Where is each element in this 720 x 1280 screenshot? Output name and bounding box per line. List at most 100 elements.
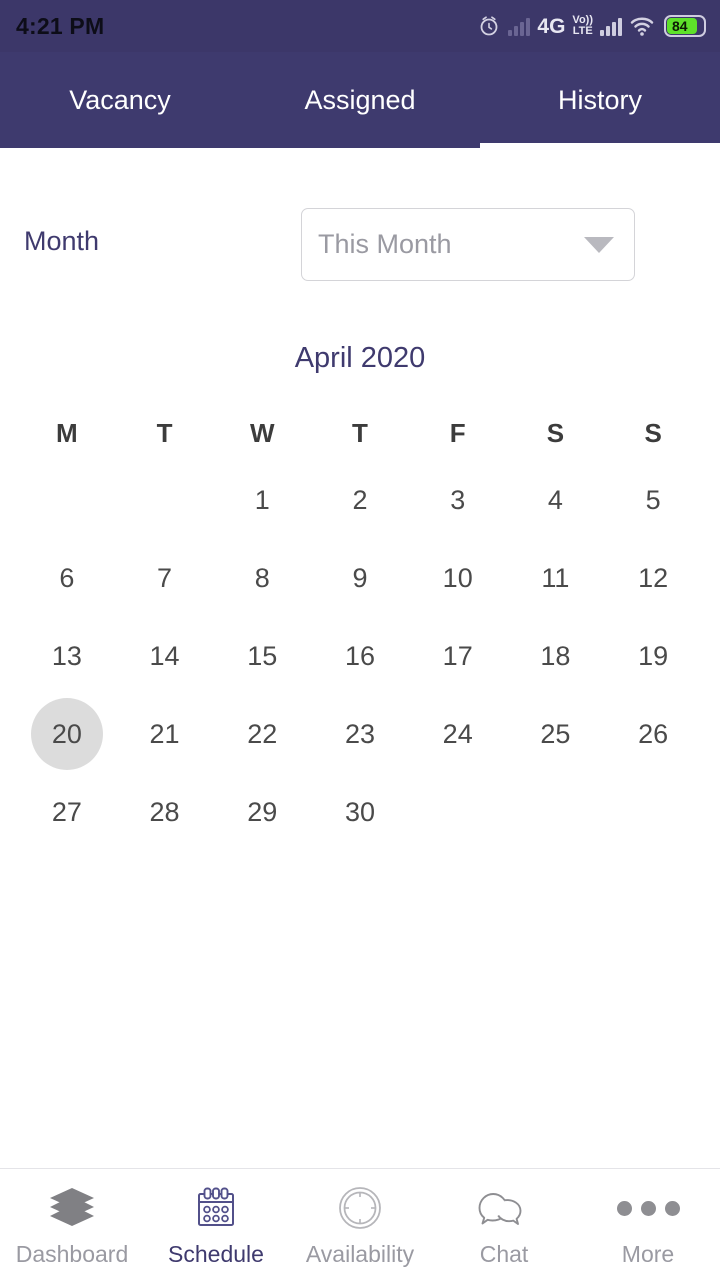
calendar-day-6[interactable]: 6 (18, 539, 116, 617)
calendar-day-label: 10 (442, 562, 473, 593)
signal-bars-icon (600, 16, 622, 36)
tab-assigned-indicator (240, 143, 480, 148)
calendar-title: April 2020 (294, 342, 426, 374)
calendar-day-label: 6 (59, 562, 75, 593)
calendar-day-label: 20 (30, 698, 103, 770)
volte-bottom-text: LTE (572, 25, 593, 37)
calendar-day-label: 29 (247, 796, 278, 827)
calendar-day-16[interactable]: 16 (311, 617, 409, 695)
calendar-day-empty (18, 461, 116, 539)
calendar-day-label: 4 (547, 484, 563, 515)
calendar-day-label: 7 (157, 562, 173, 593)
calendar-weekday-5: S (546, 417, 565, 448)
calendar-day-28[interactable]: 28 (116, 773, 214, 851)
alarm-icon (477, 14, 501, 38)
calendar-day-grid: 1 2 3 4 5 6 7 8 9 10 11 12 13 14 15 16 17 18 19 20 21 22 23 24 2… (18, 461, 702, 851)
4g-icon: 4G (537, 14, 566, 38)
tab-history-indicator (480, 143, 720, 148)
calendar-day-21[interactable]: 21 (116, 695, 214, 773)
tab-assigned-label: Assigned (304, 84, 416, 115)
calendar-day-22[interactable]: 22 (213, 695, 311, 773)
calendar-day-15[interactable]: 15 (213, 617, 311, 695)
calendar-day-label: 16 (344, 640, 375, 671)
calendar-day-7[interactable]: 7 (116, 539, 214, 617)
calendar-weekday-3: T (352, 417, 368, 448)
calendar-day-1[interactable]: 1 (213, 461, 311, 539)
calendar-icon (193, 1185, 239, 1231)
chat-bubbles-icon (477, 1185, 531, 1231)
calendar-weekday-4: F (449, 417, 466, 448)
calendar-day-label: 1 (254, 484, 270, 515)
nav-label-chat: Chat (479, 1241, 529, 1267)
calendar-weekday-row: MTWTFSS (18, 405, 702, 461)
calendar-day-25[interactable]: 25 (507, 695, 605, 773)
calendar-day-empty (116, 461, 214, 539)
calendar-day-label: 26 (638, 718, 669, 749)
calendar-weekday-1: T (156, 417, 173, 448)
month-filter-label: Month (24, 226, 100, 256)
calendar-day-2[interactable]: 2 (311, 461, 409, 539)
calendar-day-20[interactable]: 20 (18, 695, 116, 773)
calendar-day-17[interactable]: 17 (409, 617, 507, 695)
calendar-day-label: 27 (51, 796, 82, 827)
calendar-day-8[interactable]: 8 (213, 539, 311, 617)
nav-item-schedule[interactable]: Schedule (144, 1169, 288, 1280)
volte-icon: Vo)) LTE (572, 15, 593, 37)
calendar-day-26[interactable]: 26 (604, 695, 702, 773)
calendar-day-30[interactable]: 30 (311, 773, 409, 851)
wifi-icon (629, 15, 657, 37)
calendar-day-10[interactable]: 10 (409, 539, 507, 617)
calendar-weekday-0: M (56, 417, 78, 448)
tab-vacancy-label: Vacancy (69, 84, 171, 115)
clock-ring-icon (336, 1185, 384, 1231)
nav-label-schedule: Schedule (168, 1241, 264, 1267)
calendar-day-14[interactable]: 14 (116, 617, 214, 695)
calendar-day-label: 22 (247, 718, 278, 749)
calendar-day-13[interactable]: 13 (18, 617, 116, 695)
calendar-day-label: 3 (450, 484, 466, 515)
nav-label-dashboard: Dashboard (15, 1241, 129, 1267)
nav-item-dashboard[interactable]: Dashboard (0, 1169, 144, 1280)
calendar-day-5[interactable]: 5 (604, 461, 702, 539)
tab-history-label: History (557, 84, 642, 115)
calendar-day-3[interactable]: 3 (409, 461, 507, 539)
status-bar: 4:21 PM 4G Vo)) LTE 84 (0, 0, 720, 52)
calendar-day-27[interactable]: 27 (18, 773, 116, 851)
nav-item-more[interactable]: More (576, 1169, 720, 1280)
calendar-day-18[interactable]: 18 (507, 617, 605, 695)
calendar-day-label: 15 (247, 640, 278, 671)
calendar-day-label: 23 (344, 718, 375, 749)
calendar-day-label: 14 (149, 640, 180, 671)
status-time: 4:21 PM (16, 12, 105, 39)
calendar-day-label: 8 (254, 562, 270, 593)
calendar-day-label: 2 (352, 484, 368, 515)
calendar-day-11[interactable]: 11 (507, 539, 605, 617)
calendar-day-label: 13 (51, 640, 82, 671)
tab-vacancy[interactable]: Vacancy (0, 52, 240, 148)
calendar-day-label: 30 (344, 796, 375, 827)
calendar-day-label: 19 (638, 640, 669, 671)
nav-item-availability[interactable]: Availability (288, 1169, 432, 1280)
calendar-day-24[interactable]: 24 (409, 695, 507, 773)
calendar-day-9[interactable]: 9 (311, 539, 409, 617)
calendar-day-29[interactable]: 29 (213, 773, 311, 851)
calendar: MTWTFSS 1 2 3 4 5 6 7 8 9 10 11 12 13 14 15 16 17 18 19 20 2… (18, 405, 702, 851)
battery-icon: 84 (664, 15, 706, 37)
calendar-day-19[interactable]: 19 (604, 617, 702, 695)
month-dropdown-value: This Month (318, 229, 452, 259)
calendar-day-label: 21 (149, 718, 180, 749)
calendar-day-label: 12 (638, 562, 669, 593)
calendar-day-4[interactable]: 4 (507, 461, 605, 539)
status-icon-group: 4G Vo)) LTE 84 (477, 14, 706, 38)
nav-item-chat[interactable]: Chat (432, 1169, 576, 1280)
month-dropdown[interactable]: This Month (301, 208, 635, 281)
top-tab-bar: Vacancy Assigned History (0, 52, 720, 148)
nav-label-availability: Availability (305, 1241, 415, 1267)
tab-history[interactable]: History (480, 52, 720, 148)
calendar-day-23[interactable]: 23 (311, 695, 409, 773)
chevron-down-icon (584, 236, 614, 253)
calendar-day-12[interactable]: 12 (604, 539, 702, 617)
tab-assigned[interactable]: Assigned (240, 52, 480, 148)
calendar-weekday-6: S (644, 417, 662, 448)
nav-label-more: More (621, 1241, 675, 1267)
